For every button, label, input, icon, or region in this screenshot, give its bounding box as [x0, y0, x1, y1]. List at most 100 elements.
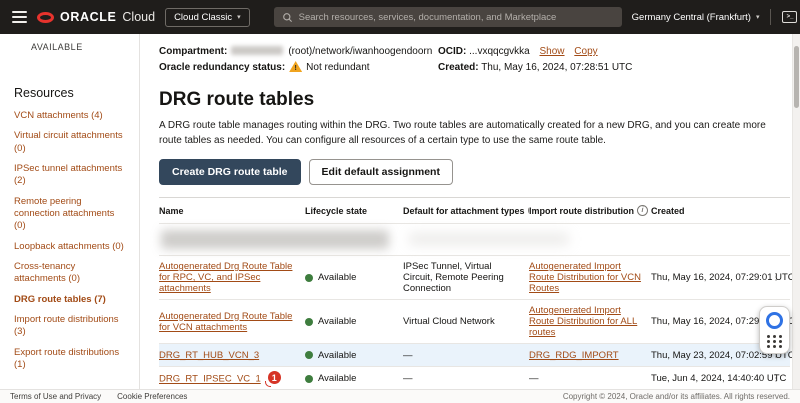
global-search-bar[interactable] [273, 7, 622, 27]
default-for-cell: — [403, 349, 413, 361]
scrollbar-thumb[interactable] [794, 46, 799, 108]
created-label: Created: [438, 62, 479, 73]
table-header-row: Name Lifecycle state Default for attachm… [159, 198, 790, 224]
page-title: DRG route tables [159, 89, 315, 110]
search-icon [282, 12, 292, 22]
table-row: Autogenerated Drg Route Table for VCN at… [159, 300, 792, 344]
created-value: Thu, May 16, 2024, 07:28:51 UTC [481, 62, 633, 73]
import-distribution-cell: — [529, 373, 539, 384]
redacted-row-blur [161, 230, 389, 249]
page-description: A DRG route table manages routing within… [159, 120, 766, 146]
sidebar-item-remote-peering-attachments[interactable]: Remote peering connection attachments (0… [14, 196, 127, 233]
sidebar-item-virtual-circuit-attachments[interactable]: Virtual circuit attachments (0) [14, 130, 127, 155]
ocid-copy-link[interactable]: Copy [574, 46, 597, 57]
cookie-preferences-link[interactable]: Cookie Preferences [117, 392, 187, 401]
route-table-name-link[interactable]: Autogenerated Drg Route Table for VCN at… [159, 311, 292, 333]
route-table-name-link[interactable]: DRG_RT_IPSEC_VC_1 [159, 374, 261, 385]
lifecycle-state-cell: Available [305, 267, 403, 288]
sidebar-item-loopback-attachments[interactable]: Loopback attachments (0) [14, 241, 127, 253]
redacted-compartment-blur [231, 46, 284, 56]
table-row: Autogenerated Drg Route Table for RPC, V… [159, 256, 792, 300]
compartment-row: Compartment: (root)/network/iwanhoogendoo… [159, 44, 438, 60]
created-cell: Thu, May 16, 2024, 07:29:01 UTC [651, 272, 792, 283]
column-header-actions [769, 204, 791, 218]
column-header-name: Name [159, 205, 184, 216]
redacted-row-blur [409, 233, 569, 245]
sidebar-item-drg-route-tables[interactable]: DRG route tables (7) [14, 294, 127, 306]
hamburger-menu-icon[interactable] [12, 11, 27, 23]
copyright-text: Copyright © 2024, Oracle and/or its affi… [562, 392, 790, 401]
sidebar-item-cross-tenancy-attachments[interactable]: Cross-tenancy attachments (0) [14, 261, 127, 286]
cloud-classic-button[interactable]: Cloud Classic ▾ [165, 7, 250, 27]
drg-details-summary: Compartment: (root)/network/iwanhoogendoo… [159, 44, 790, 76]
default-for-cell: IPSec Tunnel, Virtual Circuit, Remote Pe… [403, 261, 504, 294]
warning-icon: ! [289, 61, 303, 72]
table-row: DRG_RT_IPSEC_VC_1 1 Available — — Tue, Ju… [159, 367, 790, 389]
column-header-import-route-distribution: Import route distribution i [529, 198, 651, 223]
brand-oracle-text: ORACLE [60, 10, 117, 24]
column-header-lifecycle-state: Lifecycle state [305, 205, 368, 216]
topbar: ORACLE Cloud Cloud Classic ▾ Germany Cen… [0, 0, 800, 34]
oracle-logo-icon [37, 11, 54, 23]
import-distribution-link[interactable]: Autogenerated Import Route Distribution … [529, 305, 637, 338]
ocid-label: OCID: [438, 46, 467, 57]
redundancy-row: Oracle redundancy status:! Not redundant [159, 60, 438, 76]
ocid-row: OCID: ...vxqqcgvkka Show Copy [438, 44, 790, 60]
compartment-label: Compartment: [159, 46, 228, 57]
row-overflow-menu[interactable]: ⋮ [769, 268, 791, 288]
resources-heading: Resources [14, 86, 74, 100]
status-label: Available [318, 349, 357, 361]
main-content: Compartment: (root)/network/iwanhoogendoo… [141, 34, 792, 389]
default-for-cell: Virtual Cloud Network [403, 316, 495, 327]
redundancy-label: Oracle redundancy status: [159, 62, 286, 73]
drag-handle-icon[interactable] [766, 335, 783, 348]
ocid-show-link[interactable]: Show [540, 46, 565, 57]
sidebar-item-export-route-distributions[interactable]: Export route distributions (1) [14, 347, 127, 372]
sidebar-item-import-route-distributions[interactable]: Import route distributions (3) [14, 314, 127, 339]
column-header-label: Import route distribution [529, 205, 634, 216]
drg-route-tables-table: Name Lifecycle state Default for attachm… [159, 197, 792, 389]
route-table-name-link[interactable]: DRG_RT_HUB_VCN_3 [159, 350, 259, 361]
sidebar-item-ipsec-tunnel-attachments[interactable]: IPSec tunnel attachments (2) [14, 163, 127, 188]
column-header-label: Default for attachment types [403, 205, 525, 216]
status-dot-icon [305, 374, 313, 383]
terms-link[interactable]: Terms of Use and Privacy [10, 392, 101, 401]
create-drg-route-table-button[interactable]: Create DRG route table [159, 159, 301, 185]
row-overflow-menu[interactable]: ⋮ [769, 369, 791, 389]
status-label: Available [318, 373, 357, 384]
import-distribution-link[interactable]: Autogenerated Import Route Distribution … [529, 261, 641, 294]
browser-extension-overlay[interactable] [759, 306, 790, 354]
table-actions: Create DRG route table Edit default assi… [159, 159, 790, 185]
chevron-down-icon: ▾ [755, 14, 760, 21]
info-icon[interactable]: i [637, 205, 648, 216]
cloud-shell-icon[interactable]: >_ [782, 11, 798, 23]
status-dot-icon [305, 351, 313, 359]
sidebar-item-vcn-attachments[interactable]: VCN attachments (4) [14, 110, 127, 122]
column-header-default-for-attachment-types: Default for attachment types i [403, 198, 529, 223]
route-table-name-link[interactable]: Autogenerated Drg Route Table for RPC, V… [159, 261, 292, 294]
ocid-value: ...vxqqcgvkka [469, 46, 530, 57]
compartment-value: (root)/network/iwanhoogendoorn [288, 46, 433, 57]
edit-default-assignment-button[interactable]: Edit default assignment [308, 159, 453, 185]
lifecycle-state-cell: Available [305, 368, 403, 389]
extension-capture-icon[interactable] [766, 312, 783, 329]
search-input[interactable] [298, 11, 614, 23]
topbar-right-controls: Germany Central (Frankfurt) ▾ >_ ? [632, 7, 800, 27]
region-label: Germany Central (Frankfurt) [631, 11, 751, 23]
created-row: Created: Thu, May 16, 2024, 07:28:51 UTC [438, 60, 790, 76]
table-row-redacted [159, 224, 790, 256]
cloud-classic-label: Cloud Classic [174, 11, 233, 23]
status-dot-icon [305, 273, 313, 282]
table-row: DRG_RT_HUB_VCN_3 Available — DRG_RDG_IMP… [159, 344, 792, 367]
region-selector[interactable]: Germany Central (Frankfurt) ▾ [632, 12, 760, 23]
redundancy-value: Not redundant [306, 62, 370, 73]
lifecycle-state-cell: Available [305, 311, 403, 332]
lifecycle-state-cell: Available [305, 345, 403, 366]
topbar-divider [770, 9, 772, 25]
created-cell: Tue, Jun 4, 2024, 14:40:40 UTC [651, 373, 787, 384]
import-distribution-link[interactable]: DRG_RDG_IMPORT [529, 350, 619, 361]
status-dot-icon [305, 317, 313, 326]
resource-status-text: AVAILABLE [31, 42, 83, 52]
oracle-cloud-logo[interactable]: ORACLE Cloud [37, 10, 155, 24]
vertical-scrollbar[interactable] [792, 34, 800, 389]
